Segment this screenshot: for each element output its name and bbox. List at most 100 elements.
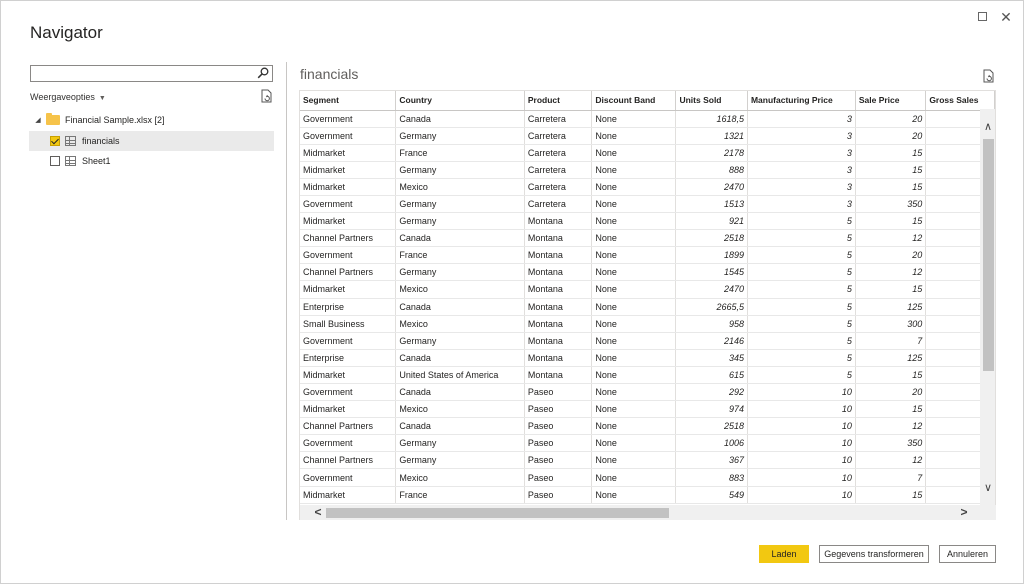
table-cell: 921 (675, 212, 748, 231)
table-cell: 292 (675, 383, 748, 402)
tree-item-financials[interactable]: financials (29, 131, 274, 151)
tree-item-file[interactable]: ◢ Financial Sample.xlsx [2] (29, 110, 274, 130)
table-cell: 2178 (675, 144, 748, 162)
table-cell: Germany (395, 434, 525, 453)
tree-item-label: financials (82, 136, 120, 146)
checkbox-financials[interactable] (50, 136, 60, 146)
table-cell: 10 (747, 468, 856, 487)
table-cell: 1899 (675, 246, 748, 265)
table-cell: 20 (855, 383, 927, 402)
table-cell: 10 (747, 383, 856, 402)
table-cell: 345 (675, 349, 748, 367)
data-table: Segment Country Product Discount Band Units … (300, 91, 995, 504)
table-row: Government Germany Paseo None 1006 10 350 (300, 434, 995, 453)
table-cell: 5 (747, 349, 856, 367)
table-cell: 549 (675, 486, 748, 504)
table-cell: 5 (747, 332, 856, 350)
table-cell: Paseo (524, 486, 593, 504)
table-cell: 2518 (675, 417, 748, 436)
scroll-left-icon[interactable]: < (311, 505, 325, 520)
table-cell: Carretera (524, 161, 593, 179)
table-cell: 888 (675, 161, 748, 179)
table-cell: France (395, 144, 525, 162)
search-input[interactable] (30, 65, 273, 82)
scroll-down-icon[interactable]: ∨ (981, 481, 995, 495)
table-cell: Germany (395, 451, 525, 470)
column-header[interactable]: Units Sold (675, 91, 748, 111)
scroll-right-icon[interactable]: > (957, 505, 971, 520)
table-cell: 300 (855, 315, 927, 333)
refresh-icon[interactable] (982, 69, 995, 83)
column-header[interactable]: Sale Price (855, 91, 927, 111)
table-cell: 15 (855, 178, 927, 196)
table-row: Midmarket France Carretera None 2178 3 15 (300, 144, 995, 162)
refresh-icon[interactable] (260, 89, 273, 103)
table-cell: 5 (747, 366, 856, 385)
data-preview-grid: Segment Country Product Discount Band Units … (299, 90, 996, 520)
table-cell: Montana (524, 212, 593, 231)
table-cell: Government (300, 468, 397, 487)
table-row: Government Germany Carretera None 1513 3 350 (300, 195, 995, 214)
table-cell: Government (300, 246, 397, 265)
table-cell: Canada (395, 349, 525, 367)
scroll-up-icon[interactable]: ∧ (981, 120, 995, 134)
table-cell: 5 (747, 229, 856, 248)
table-cell: 10 (747, 417, 856, 436)
horizontal-scroll-thumb[interactable] (326, 508, 669, 518)
column-header[interactable]: Product (524, 91, 593, 111)
table-cell: 12 (855, 263, 927, 282)
column-header[interactable]: Gross Sales (925, 91, 995, 111)
display-options-dropdown[interactable]: Weergaveopties ▼ (30, 92, 106, 102)
load-button[interactable]: Laden (759, 545, 809, 563)
expand-triangle-icon[interactable]: ◢ (33, 116, 43, 124)
table-row: Government Canada Paseo None 292 10 20 (300, 383, 995, 402)
table-cell: 10 (747, 486, 856, 504)
table-cell: Midmarket (300, 161, 397, 179)
column-header[interactable]: Manufacturing Price (747, 91, 856, 111)
table-cell: Montana (524, 332, 593, 350)
table-cell: Mexico (395, 178, 525, 196)
table-cell: 15 (855, 280, 927, 299)
vertical-scroll-thumb[interactable] (983, 139, 994, 371)
table-cell: Canada (395, 110, 525, 128)
table-cell: Germany (395, 195, 525, 214)
table-cell: None (591, 332, 677, 350)
table-cell: None (591, 434, 677, 453)
transform-data-button[interactable]: Gegevens transformeren (819, 545, 929, 563)
column-header[interactable]: Segment (300, 91, 397, 111)
close-button[interactable]: ✕ (999, 10, 1013, 24)
table-cell: None (591, 486, 677, 504)
table-row: Channel Partners Germany Paseo None 367 10 12 (300, 451, 995, 470)
table-cell: 20 (855, 110, 927, 128)
table-cell: 883 (675, 468, 748, 487)
cancel-button[interactable]: Annuleren (939, 545, 996, 563)
table-cell: Government (300, 332, 397, 350)
column-header[interactable]: Discount Band (591, 91, 677, 111)
table-cell: Midmarket (300, 212, 397, 231)
chevron-down-icon: ▼ (98, 95, 106, 102)
column-header[interactable]: Country (395, 91, 525, 111)
table-cell: Canada (395, 298, 525, 316)
table-cell: None (591, 349, 677, 367)
table-cell: Montana (524, 263, 593, 282)
table-cell: 5 (747, 280, 856, 299)
checkbox-sheet1[interactable] (50, 156, 60, 166)
table-cell: 3 (747, 161, 856, 179)
table-cell: Enterprise (300, 349, 397, 367)
maximize-button[interactable] (976, 10, 990, 24)
table-cell: 350 (855, 195, 927, 214)
table-cell: 1513 (675, 195, 748, 214)
table-cell: Midmarket (300, 400, 397, 419)
table-row: Channel Partners Germany Montana None 1545 5 1… (300, 263, 995, 282)
table-cell: Carretera (524, 195, 593, 214)
table-row: Government France Montana None 1899 5 20 (300, 246, 995, 265)
table-row: Channel Partners Canada Montana None 2518 5 12 (300, 229, 995, 248)
table-cell: Government (300, 195, 397, 214)
table-cell: Midmarket (300, 366, 397, 385)
table-cell: France (395, 246, 525, 265)
table-cell: Midmarket (300, 486, 397, 504)
table-cell: Paseo (524, 417, 593, 436)
table-cell: 1006 (675, 434, 748, 453)
table-cell: 15 (855, 486, 927, 504)
tree-item-sheet1[interactable]: Sheet1 (29, 151, 274, 171)
